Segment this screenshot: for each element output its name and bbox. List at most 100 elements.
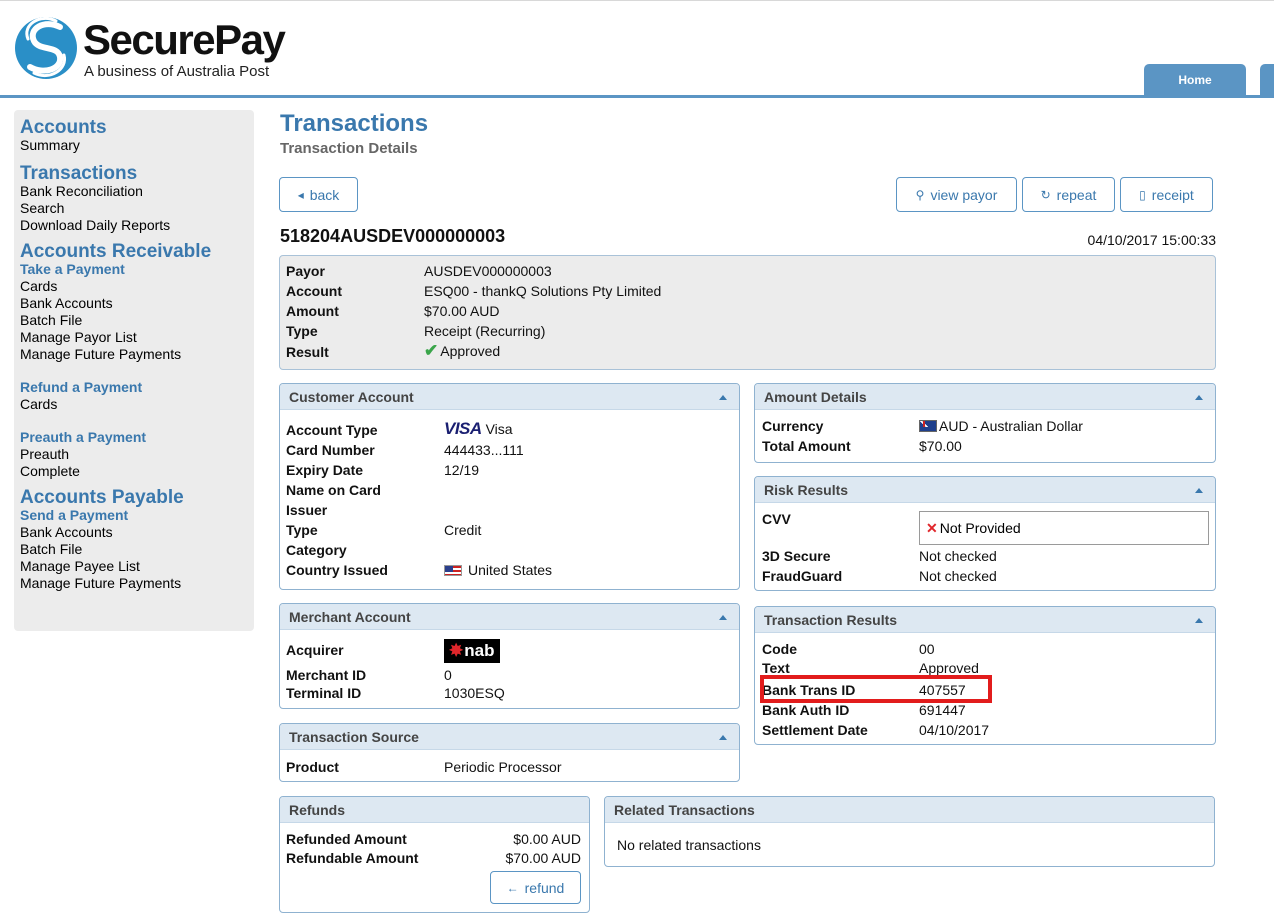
text-value: Approved — [919, 660, 979, 676]
panel-title: Customer Account — [289, 389, 414, 405]
repeat-button[interactable]: ↻ repeat — [1022, 177, 1115, 212]
collapse-icon[interactable] — [1195, 488, 1203, 493]
tab-next[interactable] — [1260, 64, 1274, 95]
summary-label: Account — [286, 283, 342, 299]
repeat-icon: ↻ — [1040, 187, 1051, 202]
terminal-id-value: 1030ESQ — [444, 685, 505, 701]
sidebar-item-preauth[interactable]: Preauth — [20, 446, 254, 463]
refunds-panel: Refunds Refunded Amount $0.00 AUD Refund… — [279, 796, 590, 913]
page-subtitle: Transaction Details — [280, 140, 418, 157]
securepay-swirl-icon — [15, 16, 77, 79]
collapse-icon[interactable] — [1195, 618, 1203, 623]
back-button-label: back — [309, 186, 340, 203]
related-transactions-empty: No related transactions — [617, 837, 761, 853]
collapse-icon[interactable] — [1195, 395, 1203, 400]
sidebar-item-download-daily-reports[interactable]: Download Daily Reports — [20, 217, 254, 234]
transaction-results-header[interactable]: Transaction Results — [755, 607, 1215, 633]
document-icon: ▯ — [1139, 187, 1146, 202]
summary-value-account: ESQ00 - thankQ Solutions Pty Limited — [424, 283, 662, 299]
refund-button-label: refund — [524, 879, 565, 896]
panel-title: Transaction Source — [289, 729, 419, 745]
sidebar-heading-accounts-payable[interactable]: Accounts Payable — [20, 488, 254, 507]
header-divider — [0, 95, 1274, 98]
transaction-summary: Payor AUSDEV000000003 Account ESQ00 - th… — [279, 255, 1216, 370]
sidebar-heading-accounts[interactable]: Accounts — [20, 118, 254, 137]
view-payor-button[interactable]: ⚲ view payor — [896, 177, 1017, 212]
nab-logo-icon: ✸nab — [444, 639, 501, 663]
sidebar-subheading-preauth-a-payment[interactable]: Preauth a Payment — [20, 429, 254, 446]
visa-logo-icon: VISA — [444, 419, 482, 438]
sidebar-subheading-send-a-payment[interactable]: Send a Payment — [20, 507, 254, 524]
customer-account-header[interactable]: Customer Account — [280, 384, 739, 410]
sidebar-item-manage-payee-list[interactable]: Manage Payee List — [20, 558, 254, 575]
search-icon: ⚲ — [915, 187, 925, 202]
receipt-button[interactable]: ▯ receipt — [1120, 177, 1213, 212]
summary-value-type: Receipt (Recurring) — [424, 323, 546, 339]
field-label: Terminal ID — [286, 685, 362, 701]
sidebar-item-refund-cards[interactable]: Cards — [20, 396, 254, 413]
back-button[interactable]: ◂ back — [279, 177, 358, 212]
collapse-icon[interactable] — [719, 735, 727, 740]
sidebar-item-manage-payor-list[interactable]: Manage Payor List — [20, 329, 254, 346]
panel-title: Amount Details — [764, 389, 867, 405]
sidebar-item-bank-accounts[interactable]: Bank Accounts — [20, 295, 254, 312]
field-label: 3D Secure — [762, 548, 831, 564]
cvv-result-box: ✕ Not Provided — [919, 511, 1209, 545]
card-number-value: 444433...111 — [444, 442, 524, 458]
sidebar-item-search[interactable]: Search — [20, 200, 254, 217]
sidebar-item-payable-manage-future-payments[interactable]: Manage Future Payments — [20, 575, 254, 592]
related-transactions-panel: Related Transactions No related transact… — [604, 796, 1215, 867]
bank-auth-id-value: 691447 — [919, 702, 966, 718]
field-label: Total Amount — [762, 438, 851, 454]
brand-name: SecurePay — [83, 16, 286, 63]
panel-title: Refunds — [289, 802, 345, 818]
field-label: Country Issued — [286, 562, 388, 578]
expiry-date-value: 12/19 — [444, 462, 480, 478]
panel-title: Merchant Account — [289, 609, 411, 625]
transaction-source-header[interactable]: Transaction Source — [280, 724, 739, 750]
sidebar-item-batch-file[interactable]: Batch File — [20, 312, 254, 329]
summary-label: Type — [286, 323, 318, 339]
sidebar-heading-accounts-receivable[interactable]: Accounts Receivable — [20, 242, 254, 261]
sidebar-item-cards[interactable]: Cards — [20, 278, 254, 295]
summary-label: Amount — [286, 303, 339, 319]
sidebar-item-payable-batch-file[interactable]: Batch File — [20, 541, 254, 558]
sidebar-item-complete[interactable]: Complete — [20, 463, 254, 480]
sidebar-item-manage-future-payments[interactable]: Manage Future Payments — [20, 346, 254, 363]
tab-home[interactable]: Home — [1144, 64, 1246, 95]
related-transactions-header: Related Transactions — [605, 797, 1214, 823]
sidebar-heading-transactions[interactable]: Transactions — [20, 164, 254, 183]
page-title: Transactions — [280, 110, 429, 137]
panel-title: Transaction Results — [764, 612, 898, 628]
cvv-value: Not Provided — [939, 520, 1021, 536]
merchant-account-header[interactable]: Merchant Account — [280, 604, 739, 630]
arrow-left-icon: ← — [506, 880, 519, 895]
securepay-logo[interactable]: SecurePay A business of Australia Post — [14, 7, 294, 89]
sidebar-subheading-take-a-payment[interactable]: Take a Payment — [20, 261, 254, 278]
collapse-icon[interactable] — [719, 395, 727, 400]
sidebar-item-payable-bank-accounts[interactable]: Bank Accounts — [20, 524, 254, 541]
sidebar-item-summary[interactable]: Summary — [20, 137, 254, 154]
panel-title: Risk Results — [764, 482, 849, 498]
brand-tagline: A business of Australia Post — [84, 63, 270, 80]
field-label: Issuer — [286, 502, 328, 518]
view-payor-button-label: view payor — [930, 186, 998, 203]
transaction-source-panel: Transaction Source Product Periodic Proc… — [279, 723, 740, 782]
sidebar-subheading-refund-a-payment[interactable]: Refund a Payment — [20, 379, 254, 396]
summary-value-payor: AUSDEV000000003 — [424, 263, 552, 279]
field-label: Currency — [762, 418, 824, 434]
field-label: Acquirer — [286, 642, 344, 658]
cross-icon: ✕ — [926, 520, 938, 536]
currency-value: AUD - Australian Dollar — [939, 418, 1083, 434]
collapse-icon[interactable] — [719, 615, 727, 620]
summary-label: Result — [286, 344, 329, 360]
refunded-amount-value: $0.00 AUD — [513, 831, 581, 847]
amount-details-header[interactable]: Amount Details — [755, 384, 1215, 410]
field-label: Merchant ID — [286, 667, 367, 683]
sidebar-item-bank-reconciliation[interactable]: Bank Reconciliation — [20, 183, 254, 200]
customer-account-panel: Customer Account Account Type VISA Visa … — [279, 383, 740, 590]
risk-results-header[interactable]: Risk Results — [755, 477, 1215, 503]
au-flag-icon — [919, 420, 937, 432]
account-type-value: Visa — [485, 421, 513, 437]
refund-button[interactable]: ← refund — [490, 871, 581, 904]
